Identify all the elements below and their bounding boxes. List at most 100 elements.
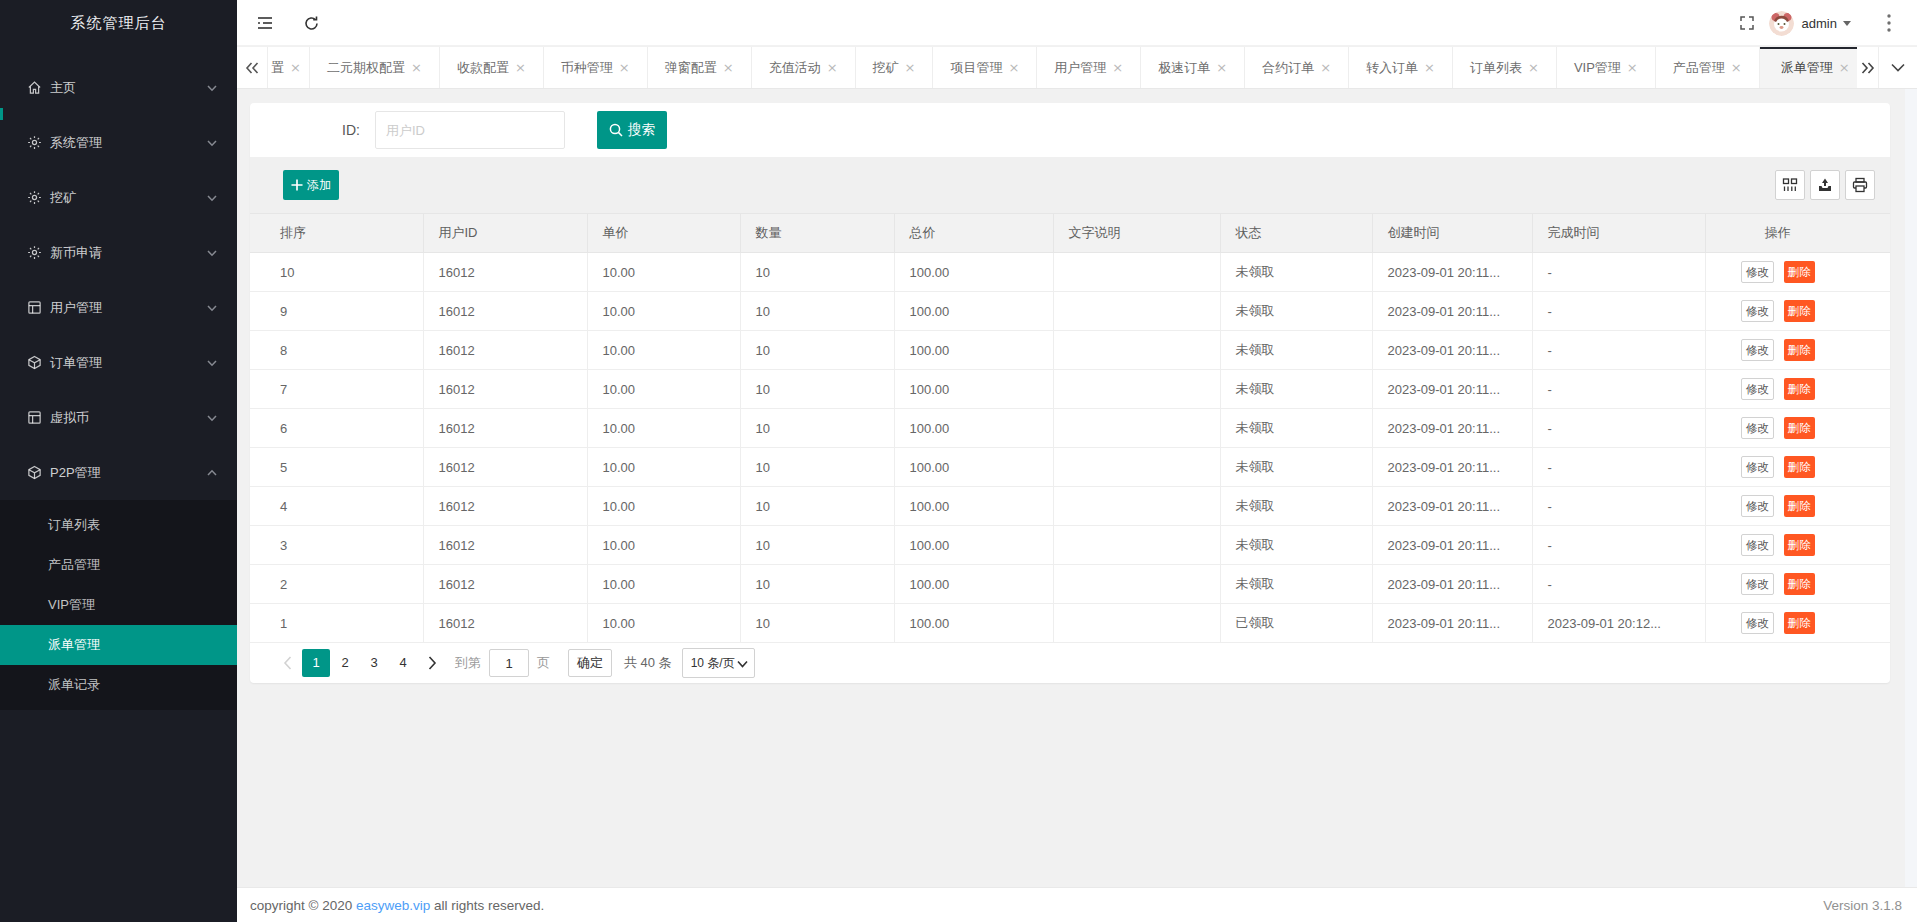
sidebar-subitem-订单列表[interactable]: 订单列表 bbox=[0, 505, 237, 545]
sidebar-subitem-派单管理[interactable]: 派单管理 bbox=[0, 625, 237, 665]
tabs-dropdown-icon[interactable] bbox=[1878, 47, 1917, 88]
confirm-button[interactable]: 确定 bbox=[568, 649, 612, 677]
layers-icon bbox=[27, 410, 42, 425]
sidebar-subitem-VIP管理[interactable]: VIP管理 bbox=[0, 585, 237, 625]
user-menu[interactable]: admin bbox=[1769, 0, 1851, 46]
cell-total: 100.00 bbox=[894, 409, 1053, 448]
cell-created: 2023-09-01 20:11... bbox=[1372, 409, 1532, 448]
tab-订单列表[interactable]: 订单列表× bbox=[1453, 47, 1557, 88]
scrollbar-track[interactable] bbox=[1905, 89, 1917, 887]
jump-page-input[interactable] bbox=[489, 649, 529, 677]
close-icon[interactable]: × bbox=[515, 61, 526, 74]
tab-VIP管理[interactable]: VIP管理× bbox=[1557, 47, 1656, 88]
edit-button[interactable]: 修改 bbox=[1741, 456, 1774, 478]
tab-极速订单[interactable]: 极速订单× bbox=[1141, 47, 1245, 88]
edit-button[interactable]: 修改 bbox=[1741, 573, 1774, 595]
close-icon[interactable]: × bbox=[290, 61, 301, 74]
tab-合约订单[interactable]: 合约订单× bbox=[1245, 47, 1349, 88]
search-button[interactable]: 搜索 bbox=[597, 111, 667, 149]
close-icon[interactable]: × bbox=[1627, 61, 1638, 74]
sidebar-subitem-产品管理[interactable]: 产品管理 bbox=[0, 545, 237, 585]
close-icon[interactable]: × bbox=[723, 61, 734, 74]
edit-button[interactable]: 修改 bbox=[1741, 534, 1774, 556]
sidebar-item-虚拟币[interactable]: 虚拟币 bbox=[0, 390, 237, 445]
close-icon[interactable]: × bbox=[619, 61, 630, 74]
close-icon[interactable]: × bbox=[1320, 61, 1331, 74]
delete-button[interactable]: 删除 bbox=[1784, 417, 1815, 439]
close-icon[interactable]: × bbox=[1008, 61, 1019, 74]
refresh-icon[interactable] bbox=[291, 0, 331, 46]
tab-挖矿[interactable]: 挖矿× bbox=[856, 47, 934, 88]
page-2[interactable]: 2 bbox=[331, 649, 359, 677]
cell-actions: 修改删除 bbox=[1705, 370, 1890, 409]
sidebar-item-P2P管理[interactable]: P2P管理 bbox=[0, 445, 237, 500]
more-menu-icon[interactable] bbox=[1869, 0, 1909, 46]
tab-项目管理[interactable]: 项目管理× bbox=[933, 47, 1037, 88]
close-icon[interactable]: × bbox=[1839, 61, 1850, 74]
cell-total: 100.00 bbox=[894, 253, 1053, 292]
tab-用户管理[interactable]: 用户管理× bbox=[1037, 47, 1141, 88]
close-icon[interactable]: × bbox=[1424, 61, 1435, 74]
cube-icon bbox=[27, 465, 42, 480]
prev-page-icon[interactable] bbox=[283, 656, 292, 670]
close-icon[interactable]: × bbox=[1112, 61, 1123, 74]
add-button[interactable]: 添加 bbox=[283, 170, 339, 200]
delete-button[interactable]: 删除 bbox=[1784, 612, 1815, 634]
footer-link[interactable]: easyweb.vip bbox=[356, 898, 430, 913]
delete-button[interactable]: 删除 bbox=[1784, 495, 1815, 517]
edit-button[interactable]: 修改 bbox=[1741, 495, 1774, 517]
close-icon[interactable]: × bbox=[1731, 61, 1742, 74]
close-icon[interactable]: × bbox=[1216, 61, 1227, 74]
sidebar-item-新币申请[interactable]: 新币申请 bbox=[0, 225, 237, 280]
edit-button[interactable]: 修改 bbox=[1741, 612, 1774, 634]
tab-币种管理[interactable]: 币种管理× bbox=[544, 47, 648, 88]
close-icon[interactable]: × bbox=[827, 61, 838, 74]
tab-置[interactable]: 置× bbox=[268, 47, 310, 88]
sidebar-item-挖矿[interactable]: 挖矿 bbox=[0, 170, 237, 225]
tabs-scroll-left-icon[interactable] bbox=[237, 47, 268, 88]
delete-button[interactable]: 删除 bbox=[1784, 573, 1815, 595]
sidebar-item-系统管理[interactable]: 系统管理 bbox=[0, 115, 237, 170]
edit-button[interactable]: 修改 bbox=[1741, 261, 1774, 283]
next-page-icon[interactable] bbox=[428, 656, 437, 670]
sidebar-item-用户管理[interactable]: 用户管理 bbox=[0, 280, 237, 335]
tab-产品管理[interactable]: 产品管理× bbox=[1656, 47, 1760, 88]
edit-button[interactable]: 修改 bbox=[1741, 378, 1774, 400]
delete-button[interactable]: 删除 bbox=[1784, 456, 1815, 478]
tab-充值活动[interactable]: 充值活动× bbox=[752, 47, 856, 88]
fullscreen-icon[interactable] bbox=[1727, 0, 1767, 46]
edit-button[interactable]: 修改 bbox=[1741, 300, 1774, 322]
edit-button[interactable]: 修改 bbox=[1741, 339, 1774, 361]
columns-filter-icon[interactable] bbox=[1775, 170, 1805, 200]
cell-user_id: 16012 bbox=[423, 409, 587, 448]
page-3[interactable]: 3 bbox=[360, 649, 388, 677]
close-icon[interactable]: × bbox=[1528, 61, 1539, 74]
delete-button[interactable]: 删除 bbox=[1784, 339, 1815, 361]
tab-派单管理[interactable]: 派单管理× bbox=[1760, 47, 1857, 88]
delete-button[interactable]: 删除 bbox=[1784, 534, 1815, 556]
gear-icon bbox=[27, 190, 42, 205]
search-input[interactable] bbox=[375, 111, 565, 149]
page-size-select[interactable]: 10 条/页 bbox=[682, 648, 755, 678]
tab-弹窗配置[interactable]: 弹窗配置× bbox=[648, 47, 752, 88]
tab-二元期权配置[interactable]: 二元期权配置× bbox=[310, 47, 440, 88]
edit-button[interactable]: 修改 bbox=[1741, 417, 1774, 439]
tab-收款配置[interactable]: 收款配置× bbox=[440, 47, 544, 88]
tab-转入订单[interactable]: 转入订单× bbox=[1349, 47, 1453, 88]
cell-qty: 10 bbox=[740, 565, 894, 604]
close-icon[interactable]: × bbox=[411, 61, 422, 74]
close-icon[interactable]: × bbox=[905, 61, 916, 74]
export-icon[interactable] bbox=[1810, 170, 1840, 200]
delete-button[interactable]: 删除 bbox=[1784, 378, 1815, 400]
collapse-sidebar-icon[interactable] bbox=[245, 0, 285, 46]
sidebar-item-主页[interactable]: 主页 bbox=[0, 60, 237, 115]
delete-button[interactable]: 删除 bbox=[1784, 300, 1815, 322]
delete-button[interactable]: 删除 bbox=[1784, 261, 1815, 283]
sidebar-subitem-派单记录[interactable]: 派单记录 bbox=[0, 665, 237, 705]
tabs-scroll-right-icon[interactable] bbox=[1857, 47, 1878, 88]
print-icon[interactable] bbox=[1845, 170, 1875, 200]
sidebar-item-订单管理[interactable]: 订单管理 bbox=[0, 335, 237, 390]
page-1[interactable]: 1 bbox=[302, 649, 330, 677]
cell-finished: - bbox=[1532, 448, 1705, 487]
page-4[interactable]: 4 bbox=[389, 649, 417, 677]
